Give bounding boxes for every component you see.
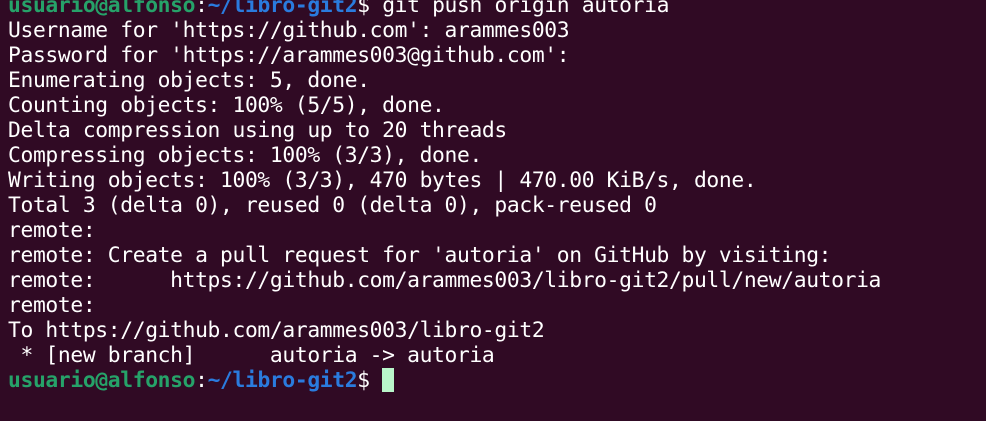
prompt-symbol: $: [357, 0, 370, 18]
terminal-window[interactable]: usuario@alfonso:~/libro-git2$ git push o…: [0, 0, 986, 421]
output-line: Delta compression using up to 20 threads: [8, 118, 507, 143]
prompt-path: ~/libro-git2: [207, 0, 358, 18]
output-line: Compressing objects: 100% (3/3), done.: [8, 143, 482, 168]
terminal-cursor[interactable]: [381, 368, 394, 392]
output-line: remote: Create a pull request for 'autor…: [8, 243, 832, 268]
command-text: git push origin autoria: [382, 0, 670, 18]
prompt-path: ~/libro-git2: [207, 368, 358, 393]
output-line: Total 3 (delta 0), reused 0 (delta 0), p…: [8, 193, 657, 218]
prompt-line: usuario@alfonso:~/libro-git2$: [8, 368, 986, 393]
prompt-user-host: usuario@alfonso: [8, 0, 196, 18]
output-line: Counting objects: 100% (5/5), done.: [8, 93, 445, 118]
output-line: To https://github.com/arammes003/libro-g…: [8, 318, 545, 343]
terminal-screen: usuario@alfonso:~/libro-git2$ git push o…: [8, 0, 986, 393]
prompt-line: usuario@alfonso:~/libro-git2$ git push o…: [8, 0, 986, 18]
output-line: Enumerating objects: 5, done.: [8, 68, 370, 93]
prompt-separator: :: [195, 0, 208, 18]
output-line: Username for 'https://github.com': aramm…: [8, 18, 570, 43]
output-line: remote:: [8, 218, 96, 243]
prompt-user-host: usuario@alfonso: [8, 368, 196, 393]
output-line: Password for 'https://arammes003@github.…: [8, 43, 570, 68]
output-line: remote: https://github.com/arammes003/li…: [8, 268, 882, 293]
prompt-separator: :: [195, 368, 208, 393]
prompt-symbol: $: [357, 368, 370, 393]
output-line: remote:: [8, 293, 96, 318]
output-line: Writing objects: 100% (3/3), 470 bytes |…: [8, 168, 757, 193]
output-line: * [new branch] autoria -> autoria: [8, 343, 495, 368]
